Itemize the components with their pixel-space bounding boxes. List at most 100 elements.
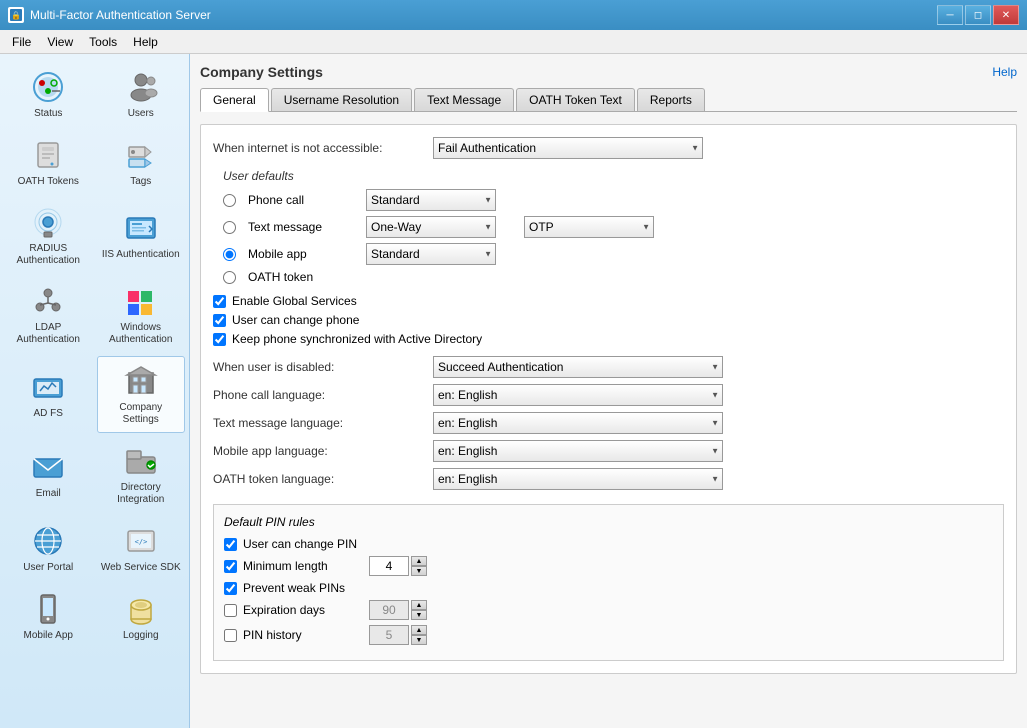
- sidebar-item-company[interactable]: Company Settings: [97, 356, 186, 433]
- sidebar-item-oath-tokens[interactable]: OATH Tokens: [4, 130, 93, 194]
- expiration-up-button[interactable]: ▲: [411, 600, 427, 610]
- text-language-select-wrapper: en: English fr: French de: German: [433, 412, 723, 434]
- enable-global-checkbox[interactable]: [213, 295, 226, 308]
- user-change-pin-checkbox[interactable]: [224, 538, 237, 551]
- sidebar-item-status[interactable]: Status: [4, 62, 93, 126]
- prevent-weak-row: Prevent weak PINs: [224, 581, 993, 595]
- keep-sync-checkbox[interactable]: [213, 333, 226, 346]
- phone-call-radio[interactable]: [223, 194, 236, 207]
- sidebar-item-portal[interactable]: User Portal: [4, 516, 93, 580]
- tab-bar: General Username Resolution Text Message…: [200, 88, 1017, 112]
- sidebar-label-users: Users: [128, 108, 154, 120]
- tab-oath[interactable]: OATH Token Text: [516, 88, 635, 111]
- tab-general[interactable]: General: [200, 88, 269, 112]
- tab-username[interactable]: Username Resolution: [271, 88, 412, 111]
- user-defaults-label: User defaults: [223, 169, 1004, 183]
- min-length-checkbox[interactable]: [224, 560, 237, 573]
- min-length-up-button[interactable]: ▲: [411, 556, 427, 566]
- users-icon: [123, 69, 159, 105]
- sidebar-label-webservice: Web Service SDK: [101, 562, 181, 574]
- sidebar-label-directory: Directory Integration: [101, 482, 182, 506]
- sidebar-item-directory[interactable]: Directory Integration: [97, 437, 186, 512]
- close-button[interactable]: ✕: [993, 5, 1019, 25]
- expiration-spinner-buttons: ▲ ▼: [411, 600, 427, 620]
- text-language-row: Text message language: en: English fr: F…: [213, 412, 1004, 434]
- svg-text:</>: </>: [134, 538, 147, 546]
- sidebar-item-adfs[interactable]: AD FS: [4, 356, 93, 433]
- sidebar-item-email[interactable]: Email: [4, 437, 93, 512]
- sidebar-item-mobileapp[interactable]: Mobile App: [4, 584, 93, 648]
- oath-language-select-wrapper: en: English fr: French de: German: [433, 468, 723, 490]
- sidebar-item-webservice[interactable]: </> Web Service SDK: [97, 516, 186, 580]
- text-message-radio[interactable]: [223, 221, 236, 234]
- status-icon: [30, 69, 66, 105]
- min-length-input[interactable]: [369, 556, 409, 576]
- sidebar-item-iis[interactable]: IIS Authentication: [97, 198, 186, 273]
- pin-history-row: PIN history ▲ ▼: [224, 625, 993, 645]
- tab-reports[interactable]: Reports: [637, 88, 705, 111]
- portal-icon: [30, 523, 66, 559]
- menu-tools[interactable]: Tools: [81, 32, 125, 52]
- menu-help[interactable]: Help: [125, 32, 166, 52]
- user-change-phone-checkbox[interactable]: [213, 314, 226, 327]
- svg-text:🔒: 🔒: [11, 11, 21, 20]
- text-message-select[interactable]: One-Way Two-Way: [366, 216, 496, 238]
- oath-language-label: OATH token language:: [213, 472, 433, 486]
- sidebar-label-mobileapp: Mobile App: [24, 630, 73, 642]
- expiration-input[interactable]: [369, 600, 409, 620]
- sidebar-item-tags[interactable]: Tags: [97, 130, 186, 194]
- sidebar-item-logging[interactable]: Logging: [97, 584, 186, 648]
- keep-sync-row: Keep phone synchronized with Active Dire…: [213, 332, 1004, 346]
- email-icon: [30, 449, 66, 485]
- expiration-down-button[interactable]: ▼: [411, 610, 427, 620]
- content-area: Company Settings Help General Username R…: [190, 54, 1027, 728]
- text-otp-select[interactable]: OTP PIN+OTP: [524, 216, 654, 238]
- pin-history-input[interactable]: [369, 625, 409, 645]
- phone-language-select[interactable]: en: English fr: French de: German: [433, 384, 723, 406]
- app-icon: 🔒: [8, 7, 24, 23]
- phone-call-select[interactable]: Standard Custom: [366, 189, 496, 211]
- min-length-down-button[interactable]: ▼: [411, 566, 427, 576]
- prevent-weak-label: Prevent weak PINs: [243, 581, 345, 595]
- adfs-icon: [30, 369, 66, 405]
- window-controls: ─ ◻ ✕: [937, 5, 1019, 25]
- text-message-label: Text message: [248, 220, 358, 234]
- sidebar-grid: Status Users: [4, 62, 185, 648]
- pin-history-up-button[interactable]: ▲: [411, 625, 427, 635]
- directory-icon: [123, 443, 159, 479]
- sidebar-label-radius: RADIUS Authentication: [8, 243, 89, 267]
- mobile-app-radio[interactable]: [223, 248, 236, 261]
- pin-history-checkbox[interactable]: [224, 629, 237, 642]
- minimize-button[interactable]: ─: [937, 5, 963, 25]
- min-length-row: Minimum length ▲ ▼: [224, 556, 993, 576]
- user-change-phone-row: User can change phone: [213, 313, 1004, 327]
- mobile-app-select[interactable]: Standard Custom: [366, 243, 496, 265]
- windows-icon: [123, 283, 159, 319]
- tab-textmsg[interactable]: Text Message: [414, 88, 514, 111]
- user-change-pin-label: User can change PIN: [243, 537, 357, 551]
- oath-token-radio[interactable]: [223, 271, 236, 284]
- iis-icon: [123, 210, 159, 246]
- restore-button[interactable]: ◻: [965, 5, 991, 25]
- user-change-phone-label: User can change phone: [232, 313, 359, 327]
- logging-icon: [123, 591, 159, 627]
- help-link[interactable]: Help: [992, 65, 1017, 79]
- oath-language-select[interactable]: en: English fr: French de: German: [433, 468, 723, 490]
- when-disabled-select[interactable]: Succeed Authentication Fail Authenticati…: [433, 356, 723, 378]
- sidebar-item-users[interactable]: Users: [97, 62, 186, 126]
- sidebar-item-ldap[interactable]: LDAP Authentication: [4, 277, 93, 352]
- enable-global-label: Enable Global Services: [232, 294, 357, 308]
- sidebar-item-windows[interactable]: Windows Authentication: [97, 277, 186, 352]
- expiration-checkbox[interactable]: [224, 604, 237, 617]
- company-icon: [123, 363, 159, 399]
- mobile-language-select[interactable]: en: English fr: French de: German: [433, 440, 723, 462]
- menu-file[interactable]: File: [4, 32, 39, 52]
- pin-history-down-button[interactable]: ▼: [411, 635, 427, 645]
- prevent-weak-checkbox[interactable]: [224, 582, 237, 595]
- menu-view[interactable]: View: [39, 32, 81, 52]
- sidebar-item-radius[interactable]: RADIUS Authentication: [4, 198, 93, 273]
- internet-select[interactable]: Fail Authentication Succeed Authenticati…: [433, 137, 703, 159]
- sidebar-label-adfs: AD FS: [34, 408, 63, 420]
- section-header: Company Settings Help: [200, 64, 1017, 80]
- text-language-select[interactable]: en: English fr: French de: German: [433, 412, 723, 434]
